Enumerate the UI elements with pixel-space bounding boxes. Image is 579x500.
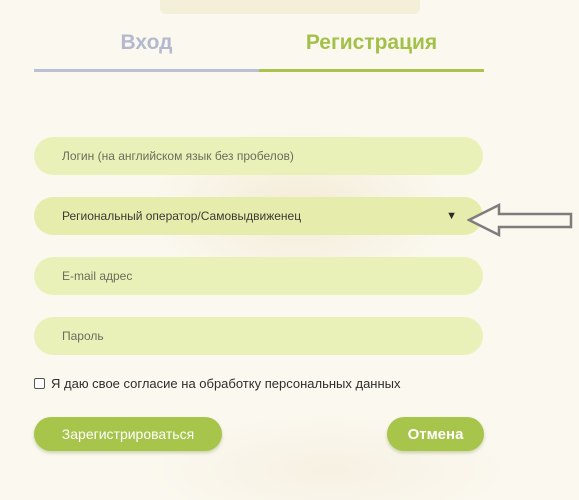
operator-select[interactable]: Региональный оператор/Самовыдвиженец ▼	[34, 197, 483, 235]
register-button[interactable]: Зарегистрироваться	[34, 417, 222, 451]
login-field-wrapper	[34, 137, 483, 175]
password-input[interactable]	[62, 329, 455, 343]
login-input[interactable]	[62, 149, 455, 163]
cancel-button[interactable]: Отмена	[387, 417, 484, 451]
triangle-down-icon: ▼	[446, 210, 457, 222]
tab-register[interactable]: Регистрация	[259, 18, 484, 68]
consent-label: Я даю свое согласие на обработку персона…	[51, 376, 401, 391]
tab-login-underline	[34, 69, 259, 72]
tab-login[interactable]: Вход	[34, 18, 259, 68]
left-arrow-outline-icon	[467, 203, 573, 237]
password-field-wrapper	[34, 317, 483, 355]
background-top-strip	[160, 0, 420, 14]
email-input[interactable]	[62, 269, 455, 283]
tab-register-underline	[259, 69, 484, 72]
auth-tabs: Вход Регистрация	[34, 18, 484, 74]
consent-row: Я даю свое согласие на обработку персона…	[34, 376, 401, 391]
consent-checkbox[interactable]	[34, 378, 45, 389]
email-field-wrapper	[34, 257, 483, 295]
operator-select-value: Региональный оператор/Самовыдвиженец	[62, 209, 302, 223]
